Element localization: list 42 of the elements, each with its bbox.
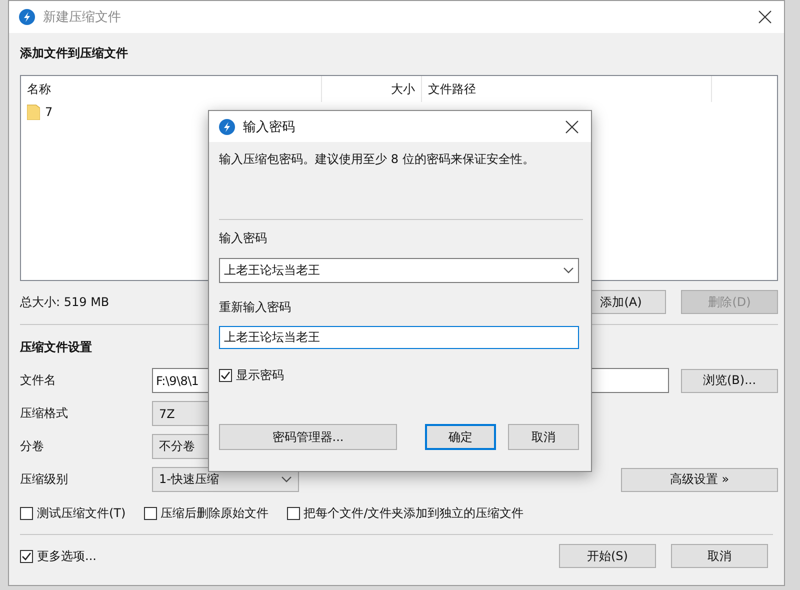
option-label: 把每个文件/文件夹添加到独立的压缩文件 bbox=[304, 504, 524, 522]
field-label: 压缩级别 bbox=[20, 471, 69, 488]
option-label: 压缩后删除原始文件 bbox=[160, 504, 269, 522]
checkbox[interactable] bbox=[20, 550, 33, 562]
start-button[interactable]: 开始(S) bbox=[559, 544, 656, 568]
chevron-icon bbox=[563, 267, 574, 274]
column-header[interactable]: 大小 bbox=[322, 76, 422, 102]
file-name: 7 bbox=[45, 105, 53, 119]
app-logo-icon bbox=[219, 118, 235, 134]
field-label: 重新输入密码 bbox=[219, 299, 292, 316]
advanced-settings-button[interactable]: 高级设置 » bbox=[621, 468, 778, 492]
checkbox[interactable] bbox=[219, 368, 232, 382]
field-label: 压缩格式 bbox=[20, 405, 69, 422]
dialog-title: 输入密码 bbox=[243, 118, 296, 136]
browse-button[interactable]: 浏览(B)... bbox=[681, 368, 778, 392]
field-label: 分卷 bbox=[20, 438, 45, 455]
checkbox[interactable] bbox=[286, 506, 300, 520]
checkbox[interactable] bbox=[144, 506, 157, 520]
input-field[interactable]: 上老王论坛当老王 bbox=[219, 326, 579, 349]
option-label: 显示密码 bbox=[236, 366, 284, 384]
checkbox[interactable] bbox=[20, 506, 33, 520]
window-title: 新建压缩文件 bbox=[43, 9, 122, 26]
ok-button[interactable]: 确定 bbox=[425, 424, 496, 450]
option-label: 测试压缩文件(T) bbox=[37, 504, 126, 522]
chevron-icon bbox=[281, 476, 292, 483]
app-logo-icon bbox=[19, 9, 35, 25]
folder-icon bbox=[27, 104, 40, 120]
close-button[interactable] bbox=[563, 118, 581, 136]
column-header[interactable]: 名称 bbox=[21, 76, 322, 102]
cancel-button[interactable]: 取消 bbox=[508, 424, 579, 450]
dialog-description: 输入压缩包密码。建议使用至少 8 位的密码来保证安全性。 bbox=[219, 151, 536, 168]
field-label: 文件名 bbox=[20, 372, 57, 389]
cancel-button[interactable]: 取消 bbox=[671, 544, 768, 568]
close-button[interactable] bbox=[756, 8, 774, 26]
total-size: 总大小: 519 MB bbox=[20, 294, 110, 310]
column-header[interactable]: 文件路径 bbox=[422, 76, 712, 102]
option-label: 更多选项... bbox=[37, 548, 96, 564]
section-heading: 添加文件到压缩文件 bbox=[20, 45, 129, 62]
field-label: 输入密码 bbox=[219, 230, 268, 247]
password-combo[interactable]: 上老王论坛当老王 bbox=[219, 258, 579, 283]
section-heading: 压缩文件设置 bbox=[20, 339, 93, 356]
password-manager-button[interactable]: 密码管理器... bbox=[219, 424, 397, 450]
